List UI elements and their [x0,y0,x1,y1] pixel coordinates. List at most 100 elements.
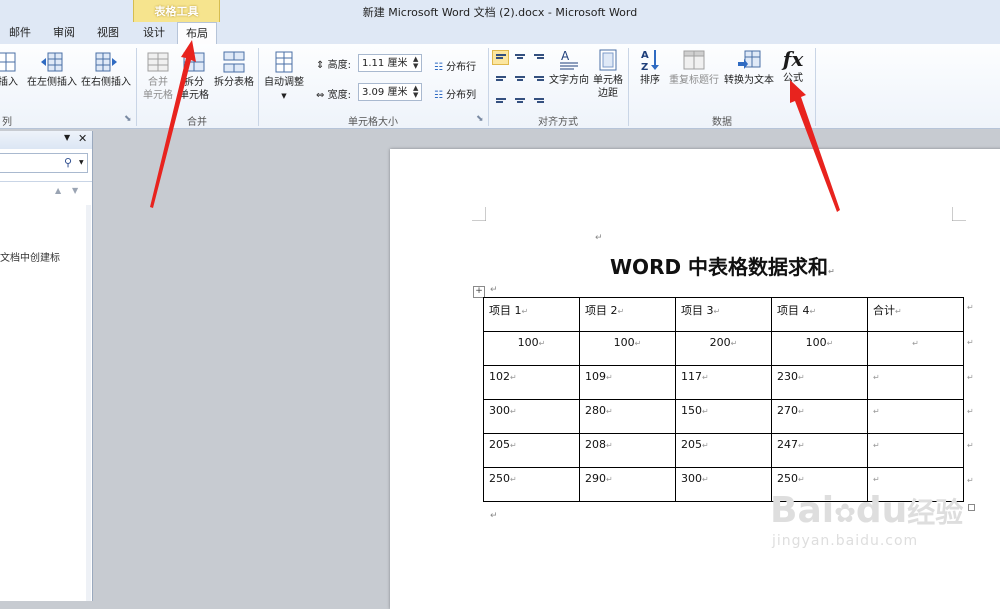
cell-mark: ↵ [730,339,738,348]
insert-right-button[interactable]: 在右侧插入 [80,50,132,89]
svg-text:A: A [641,50,649,61]
table-cell[interactable]: 247↵ [771,433,868,468]
repeat-header-rows-button[interactable]: 重复标题行 [666,48,722,87]
col-width-spinner-icon[interactable]: ▲ ▼ [413,85,418,99]
split-table-button[interactable]: 拆分表格 [212,50,256,89]
table-row: 100↵ 100↵ 200↵ 100↵ ↵ [483,331,964,366]
cell-size-launcher-icon[interactable]: ⬊ [476,114,484,124]
svg-text:A: A [561,49,570,63]
table-cell[interactable]: 117↵ [675,365,772,400]
align-bottom-left-button[interactable] [492,90,509,105]
table-cell[interactable]: ↵ [867,399,964,434]
split-table-label: 拆分表格 [214,77,254,88]
context-group-label: 表格工具 [154,5,199,18]
tab-view[interactable]: 视图 [88,22,128,44]
nav-pane-header: ▼ ✕ [0,131,92,149]
document-heading[interactable]: WORD 中表格数据求和↵ [610,251,835,280]
table-cell[interactable]: 230↵ [771,365,868,400]
table-cell[interactable]: 270↵ [771,399,868,434]
row-height-label-group: ⇕ 高度: [316,56,351,71]
table-cell[interactable]: ↵ [867,365,964,400]
table-cell[interactable]: 项目 4↵ [771,297,868,332]
table-cell[interactable]: 项目 1↵ [483,297,580,332]
search-dropdown-icon[interactable]: ▼ [79,159,84,166]
table-cell[interactable]: 102↵ [483,365,580,400]
nav-prev-icon[interactable]: ▲ [55,186,61,195]
rows-columns-launcher-icon[interactable]: ⬊ [124,114,132,124]
cell-text: 205 [681,438,702,451]
table-cell[interactable]: 100↵ [579,331,676,366]
cell-text: 230 [777,370,798,383]
table-cell[interactable]: 205↵ [483,433,580,468]
cell-margins-button[interactable]: 单元格 边距 [590,48,626,100]
table-cell[interactable]: 109↵ [579,365,676,400]
table-cell[interactable]: 项目 3↵ [675,297,772,332]
align-top-center-button[interactable] [511,50,528,65]
nav-scrollbar[interactable] [86,205,91,601]
cell-mark: ↵ [702,373,709,382]
tab-mailings[interactable]: 邮件 [0,22,40,44]
table-cell[interactable]: 290↵ [579,467,676,502]
table-cell[interactable]: 250↵ [483,467,580,502]
table-cell[interactable]: 100↵ [771,331,868,366]
col-width-label-group: ⇔ 宽度: [316,86,351,101]
repeat-header-icon [683,50,705,70]
paragraph-mark: ↵ [828,267,835,276]
align-bottom-center-button[interactable] [511,90,528,105]
table-cell[interactable]: 280↵ [579,399,676,434]
cell-mark: ↵ [873,475,880,484]
insert-button-partial[interactable]: 插入 [0,50,24,89]
nav-pane-menu-icon[interactable]: ▼ [64,133,70,142]
formula-button[interactable]: fx 公式 [776,46,810,85]
align-top-right-button[interactable] [530,50,547,65]
align-middle-left-button[interactable] [492,70,509,85]
nav-next-icon[interactable]: ▼ [72,186,78,195]
convert-to-text-button[interactable]: 转换为文本 [722,48,776,87]
table-cell[interactable]: 200↵ [675,331,772,366]
table-cell[interactable]: 项目 2↵ [579,297,676,332]
table-cell[interactable]: 150↵ [675,399,772,434]
sort-button[interactable]: AZ 排序 [634,48,666,87]
cell-text: 项目 1 [489,304,522,317]
table-cell[interactable]: 208↵ [579,433,676,468]
distribute-rows-button[interactable]: ☷ 分布行 [434,58,476,73]
align-middle-right-button[interactable] [530,70,547,85]
autofit-button[interactable]: 自动调整 ▼ [262,50,306,103]
align-middle-center-button[interactable] [511,70,528,85]
merge-cells-label-1: 合并 [148,77,168,88]
cell-mark: ↵ [521,307,529,316]
tab-review[interactable]: 审阅 [44,22,84,44]
merge-group-label: 合并 [187,117,207,128]
table-resize-handle[interactable] [968,504,975,511]
text-direction-label: 文字方向 [549,75,589,86]
text-direction-button[interactable]: A 文字方向 [548,48,590,87]
table-cell[interactable]: 300↵ [483,399,580,434]
distribute-cols-label: 分布列 [446,90,477,101]
distribute-rows-icon: ☷ [434,62,443,73]
merge-cells-label-2: 单元格 [143,90,173,101]
align-bottom-right-button[interactable] [530,90,547,105]
table-cell[interactable]: 205↵ [675,433,772,468]
align-top-left-button[interactable] [492,50,509,65]
merge-cells-button[interactable]: 合并 单元格 [140,50,176,102]
nav-search-input[interactable]: ⚲ ▼ [0,153,88,173]
tab-design[interactable]: 设计 [136,22,172,44]
row-height-spinner-icon[interactable]: ▲ ▼ [413,56,418,70]
data-table[interactable]: 项目 1↵ 项目 2↵ 项目 3↵ 项目 4↵ 合计↵ 100↵ 100↵ 20… [483,297,964,502]
split-cells-button[interactable]: 拆分 单元格 [176,50,212,102]
cell-text: 150 [681,404,702,417]
table-cell[interactable]: ↵ [867,331,964,366]
search-icon[interactable]: ⚲ [64,156,72,169]
cell-text: 100 [805,336,827,349]
distribute-cols-button[interactable]: ☷ 分布列 [434,86,476,101]
text-direction-icon: A [560,49,578,70]
table-cell[interactable]: 100↵ [483,331,580,366]
nav-pane-close-icon[interactable]: ✕ [78,132,87,145]
table-cell[interactable]: 300↵ [675,467,772,502]
insert-left-button[interactable]: 在左侧插入 [26,50,78,89]
cell-text: 205 [489,438,510,451]
table-cell[interactable]: 合计↵ [867,297,964,332]
table-cell[interactable]: ↵ [867,433,964,468]
paragraph-mark: ↵ [595,233,603,243]
tab-layout[interactable]: 布局 [177,22,217,46]
